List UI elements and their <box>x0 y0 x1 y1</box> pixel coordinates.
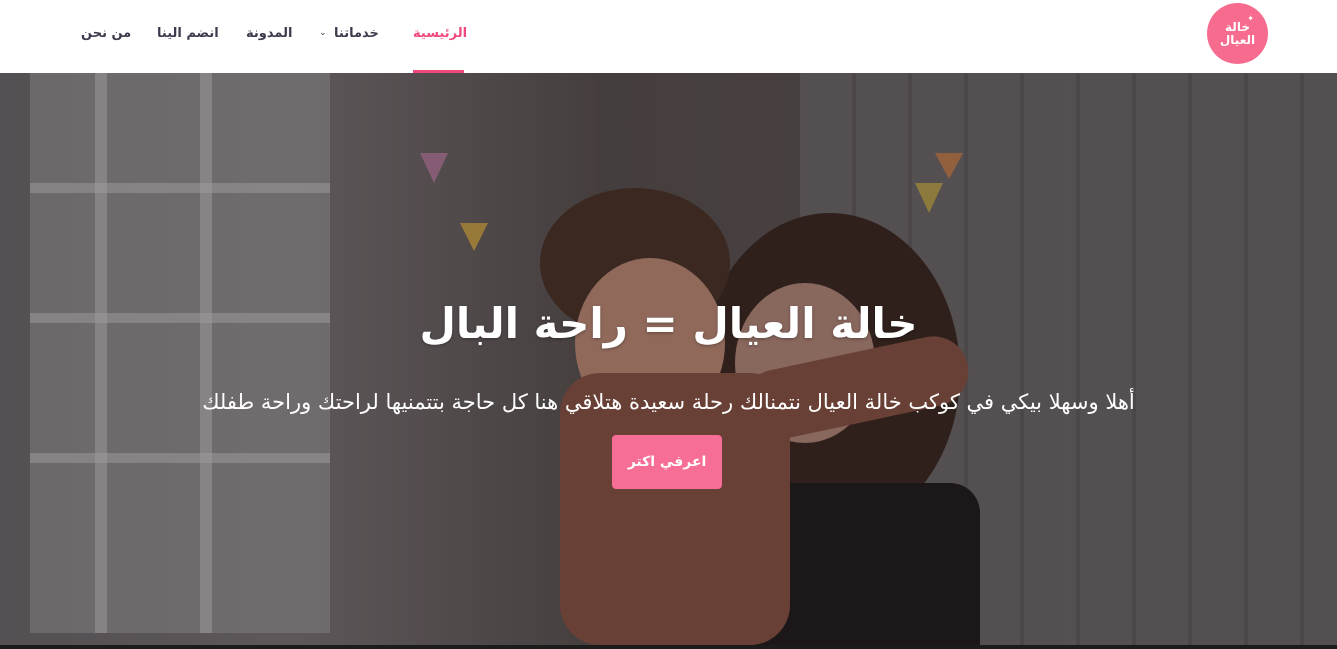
logo-text-line2: العيال <box>1219 32 1256 47</box>
star-icon: ✦ <box>1247 14 1254 23</box>
hero-title: خالة العيال = راحة البال <box>419 299 918 349</box>
learn-more-button[interactable]: اعرفي اكتر <box>612 435 722 489</box>
nav-item-about-us[interactable]: من نحن <box>81 24 131 44</box>
chevron-down-icon[interactable]: ⌄ <box>319 28 327 38</box>
main-nav: الرئيسية خدماتنا ⌄ المدونة انضم الينا من… <box>0 0 1337 73</box>
nav-item-services[interactable]: خدماتنا <box>334 24 379 44</box>
hero-section: خالة العيال = راحة البال أهلا وسهلا بيكي… <box>0 73 1337 645</box>
site-header: الرئيسية خدماتنا ⌄ المدونة انضم الينا من… <box>0 0 1337 73</box>
hero-overlay <box>0 73 1337 645</box>
page-bottom-edge <box>0 645 1337 649</box>
hero-subtitle: أهلا وسهلا بيكي في كوكب خالة العيال نتمن… <box>202 390 1135 414</box>
nav-item-blog[interactable]: المدونة <box>246 24 292 44</box>
nav-item-home[interactable]: الرئيسية <box>413 24 467 44</box>
logo-text-line1: خالة <box>1225 19 1250 34</box>
nav-item-join-us[interactable]: انضم الينا <box>157 24 219 44</box>
site-logo[interactable]: ✦ خالة العيال <box>1207 3 1268 64</box>
active-nav-indicator <box>413 70 464 73</box>
